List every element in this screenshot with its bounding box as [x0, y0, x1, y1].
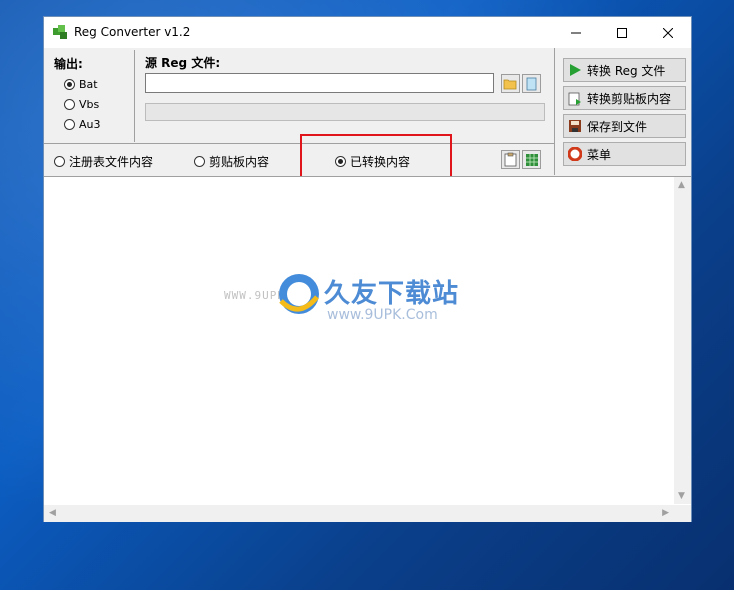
app-icon — [53, 25, 67, 39]
window-title: Reg Converter v1.2 — [74, 25, 191, 39]
minimize-icon — [571, 32, 581, 33]
title-bar[interactable]: Reg Converter v1.2 — [44, 17, 691, 48]
radio-vbs[interactable] — [64, 99, 75, 110]
close-button[interactable] — [645, 17, 691, 48]
close-icon — [663, 27, 673, 38]
maximize-icon — [617, 27, 627, 38]
radio-registry-content[interactable] — [54, 156, 65, 167]
conversion-progress-bar — [145, 103, 545, 121]
convert-reg-file-button[interactable]: 转换 Reg 文件 — [563, 58, 686, 82]
browse-button[interactable] — [501, 74, 520, 93]
save-to-file-label: 保存到文件 — [587, 119, 648, 134]
radio-bat[interactable] — [64, 79, 75, 90]
watermark: WWW.9UPK.COM 久友下载站 www.9UPK.Com — [224, 267, 484, 327]
edit-source-button[interactable] — [522, 74, 541, 93]
output-option-au3[interactable]: Au3 — [64, 118, 101, 131]
action-panel: 转换 Reg 文件 转换剪贴板内容 保存到文件 菜单 — [554, 48, 692, 175]
source-label: 源 Reg 文件: — [145, 56, 221, 70]
client-area: 输出: Bat Vbs Au3 源 Reg 文件: 转换 Reg 文件 转换剪贴… — [44, 48, 692, 522]
scroll-up-icon[interactable]: ▲ — [678, 180, 685, 190]
convert-clipboard-label: 转换剪贴板内容 — [587, 91, 672, 106]
watermark-sub: www.9UPK.Com — [327, 307, 438, 323]
watermark-logo-icon — [279, 274, 319, 314]
clipboard-convert-icon — [568, 92, 581, 105]
scrollbar-corner — [674, 505, 691, 522]
convert-reg-file-label: 转换 Reg 文件 — [587, 63, 666, 78]
scroll-right-icon[interactable]: ▶ — [662, 508, 669, 518]
clipboard-icon — [504, 152, 517, 167]
output-option-label: Vbs — [79, 98, 100, 111]
convert-clipboard-button[interactable]: 转换剪贴板内容 — [563, 86, 686, 110]
minimize-button[interactable] — [553, 17, 599, 48]
folder-icon — [503, 79, 517, 90]
app-window: Reg Converter v1.2 输出: Bat Vbs Au3 源 Reg… — [43, 16, 692, 522]
maximize-button[interactable] — [599, 17, 645, 48]
view-option-label: 注册表文件内容 — [69, 155, 154, 169]
output-option-bat[interactable]: Bat — [64, 78, 98, 91]
document-icon — [526, 77, 537, 90]
lifebuoy-icon — [568, 147, 582, 161]
view-options-row: 注册表文件内容 剪贴板内容 已转换内容 — [44, 134, 554, 180]
vertical-scrollbar[interactable]: ▲ ▼ — [674, 177, 691, 504]
menu-label: 菜单 — [587, 147, 612, 162]
source-file-input[interactable] — [145, 73, 494, 93]
converted-content-area[interactable]: WWW.9UPK.COM 久友下载站 www.9UPK.Com ▲ ▼ ◀ ▶ — [44, 176, 691, 522]
view-option-clipboard[interactable]: 剪贴板内容 — [194, 153, 269, 170]
output-group: 输出: Bat Vbs Au3 — [48, 50, 135, 142]
view-option-registry[interactable]: 注册表文件内容 — [54, 153, 153, 170]
watermark-title: 久友下载站 — [324, 279, 460, 309]
view-option-label: 剪贴板内容 — [209, 155, 270, 169]
play-icon — [570, 64, 581, 76]
copy-button[interactable] — [501, 150, 520, 169]
radio-clipboard-content[interactable] — [194, 156, 205, 167]
save-icon — [569, 120, 581, 132]
output-label: 输出: — [54, 57, 83, 71]
output-option-label: Au3 — [79, 118, 101, 131]
source-group: 源 Reg 文件: — [141, 52, 549, 142]
export-button[interactable] — [522, 150, 541, 169]
scroll-down-icon[interactable]: ▼ — [678, 491, 685, 501]
grid-icon — [525, 153, 538, 166]
output-option-label: Bat — [79, 78, 98, 91]
output-option-vbs[interactable]: Vbs — [64, 98, 99, 111]
radio-converted-content[interactable] — [335, 156, 346, 167]
save-to-file-button[interactable]: 保存到文件 — [563, 114, 686, 138]
view-option-converted[interactable]: 已转换内容 — [335, 153, 410, 170]
scroll-left-icon[interactable]: ◀ — [49, 508, 56, 518]
radio-au3[interactable] — [64, 119, 75, 130]
menu-button[interactable]: 菜单 — [563, 142, 686, 166]
view-option-label: 已转换内容 — [350, 155, 411, 169]
horizontal-scrollbar[interactable]: ◀ ▶ — [44, 505, 674, 522]
